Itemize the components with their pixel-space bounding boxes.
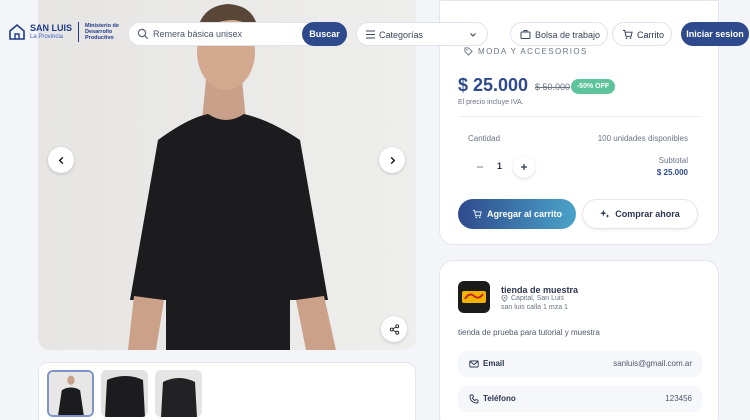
house-icon <box>9 23 25 40</box>
quantity-value: 1 <box>497 161 503 171</box>
divider <box>458 116 702 117</box>
chevron-down-icon <box>470 33 476 37</box>
search-icon <box>137 28 149 40</box>
email-value: sanluis@gmail.com.ar <box>613 359 692 368</box>
thumbnail-3[interactable] <box>155 370 202 417</box>
cart-icon <box>472 209 482 219</box>
job-board-link[interactable]: Bolsa de trabajo <box>510 22 608 46</box>
stock-available: 100 unidades disponibles <box>597 134 688 143</box>
brand-name: SAN LUIS La Provincia <box>30 23 73 41</box>
thumbnail-photo <box>155 370 202 417</box>
share-icon <box>389 323 399 335</box>
chevron-right-icon <box>390 156 395 164</box>
email-label: Email <box>483 359 505 368</box>
store-name[interactable]: tienda de muestra <box>501 285 578 295</box>
phone-label: Teléfono <box>483 394 516 403</box>
cart-icon <box>622 29 633 39</box>
product-old-price: $ 50.000 <box>535 82 571 92</box>
store-description: tienda de prueba para tutorial y muestra <box>458 328 600 337</box>
store-info-card: tienda de muestra Capital, San Luis san … <box>439 260 719 420</box>
list-icon <box>366 30 375 39</box>
search-input[interactable]: Remera básica unisex <box>153 29 242 39</box>
add-to-cart-button[interactable]: Agregar al carrito <box>458 199 576 229</box>
cart-button[interactable]: Carrito <box>612 22 672 46</box>
mail-icon <box>469 360 479 368</box>
iva-note: El precio incluye IVA. <box>458 99 524 106</box>
thumbnail-2[interactable] <box>101 370 148 417</box>
store-logo[interactable] <box>458 281 490 313</box>
quantity-decrease-button[interactable] <box>470 157 490 177</box>
thumbnail-photo <box>49 372 92 415</box>
quantity-label: Cantidad <box>468 134 501 143</box>
store-logo-image <box>462 291 486 303</box>
login-button[interactable]: Iniciar sesion <box>681 22 749 46</box>
store-location: Capital, San Luis <box>501 295 564 302</box>
add-to-cart-label: Agregar al carrito <box>486 209 563 219</box>
thumbnail-photo <box>101 370 148 417</box>
search-bar[interactable]: Remera básica unisex Buscar <box>128 22 347 46</box>
product-photo <box>38 0 416 350</box>
top-nav-bar: SAN LUIS La Provincia Ministerio de Desa… <box>0 16 750 52</box>
phone-value: 123456 <box>665 394 692 403</box>
store-phone-row[interactable]: Teléfono 123456 <box>458 386 702 412</box>
ministry-name: Ministerio de Desarrollo Productivo <box>85 23 119 41</box>
product-price: $ 25.000 <box>458 75 529 95</box>
brand-title: SAN LUIS <box>30 23 73 33</box>
location-pin-icon <box>501 295 508 302</box>
subtotal-value: $ 25.000 <box>656 168 688 177</box>
prev-image-button[interactable] <box>48 147 74 173</box>
chevron-left-icon <box>58 156 63 164</box>
discount-badge: -50% OFF <box>571 79 615 94</box>
job-board-label: Bolsa de trabajo <box>535 30 601 40</box>
next-image-button[interactable] <box>379 147 405 173</box>
store-address: san luis calla 1 mza 1 <box>501 304 568 311</box>
categories-label: Categorías <box>379 30 424 40</box>
subtotal-label: Subtotal <box>658 156 688 165</box>
plus-icon <box>521 164 527 170</box>
site-logo[interactable]: SAN LUIS La Provincia Ministerio de Desa… <box>8 22 125 42</box>
thumbnail-strip <box>38 362 416 420</box>
quantity-increase-button[interactable] <box>513 156 535 178</box>
minus-icon <box>477 166 483 168</box>
search-button[interactable]: Buscar <box>302 22 347 46</box>
share-button[interactable] <box>381 316 407 342</box>
store-email-row[interactable]: Email sanluis@gmail.com.ar <box>458 351 702 377</box>
briefcase-icon <box>520 30 531 39</box>
brand-subtitle: La Provincia <box>30 34 64 40</box>
product-image-card <box>38 0 416 350</box>
thumbnail-1[interactable] <box>47 370 94 417</box>
categories-dropdown[interactable]: Categorías <box>356 22 488 46</box>
buy-now-label: Comprar ahora <box>615 209 680 219</box>
logo-divider <box>78 22 80 42</box>
phone-icon <box>469 394 479 404</box>
store-location-label: Capital, San Luis <box>511 295 564 302</box>
cart-label: Carrito <box>637 30 665 40</box>
buy-now-button[interactable]: Comprar ahora <box>582 199 698 229</box>
sparkles-icon <box>600 209 610 218</box>
